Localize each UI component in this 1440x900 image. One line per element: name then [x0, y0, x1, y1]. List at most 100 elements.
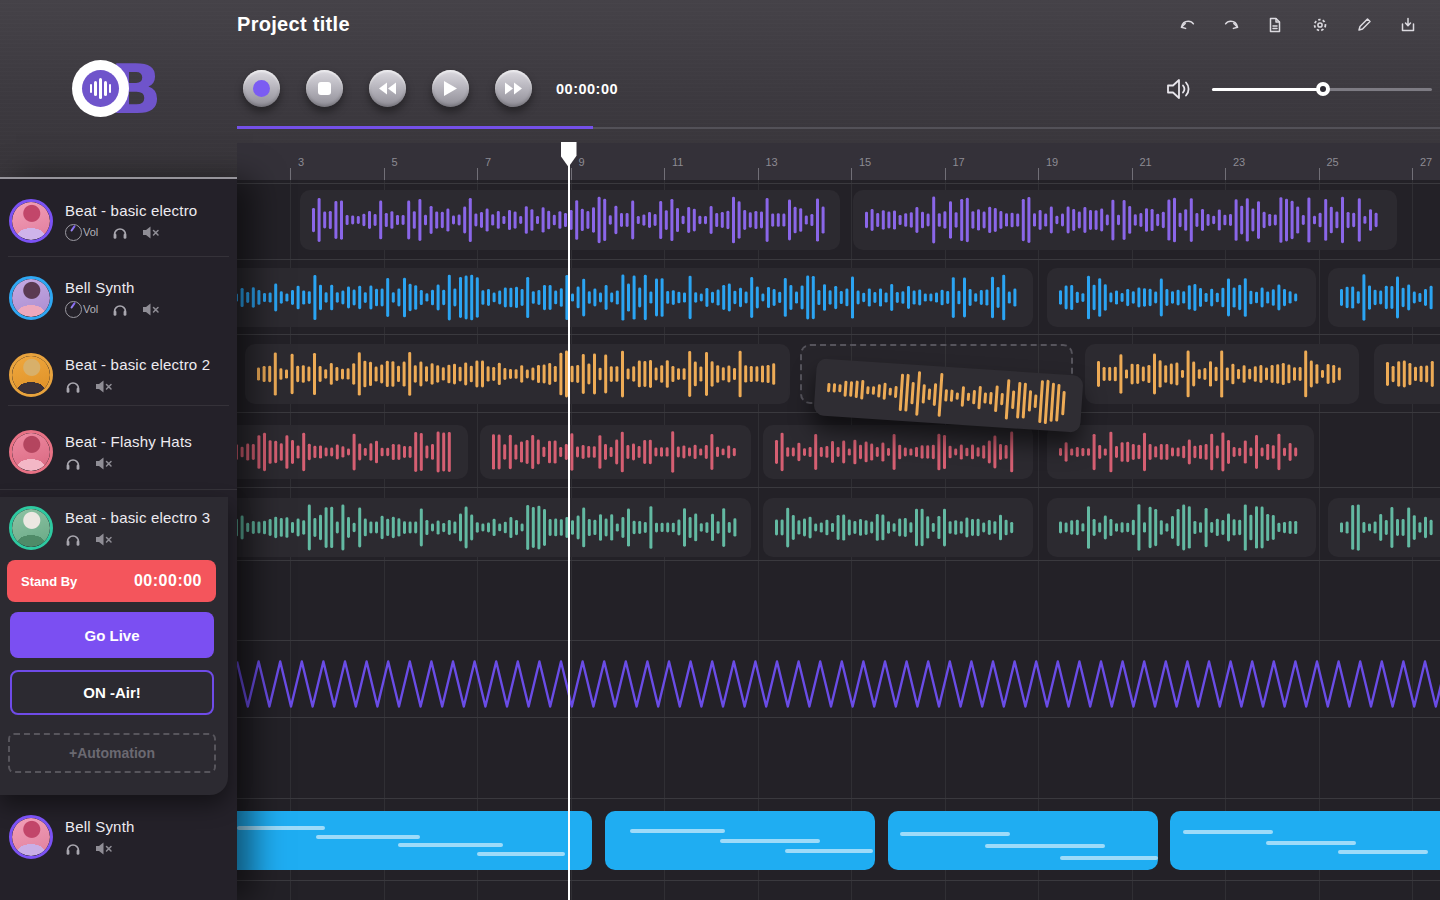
track-name: Beat - basic electro 2: [65, 356, 210, 373]
ruler-tick: [758, 168, 759, 180]
track-row[interactable]: Bell Synth: [0, 815, 237, 885]
midi-note: [785, 849, 873, 853]
add-automation-button[interactable]: +Automation: [8, 733, 216, 773]
midi-note: [398, 843, 503, 847]
mute-icon[interactable]: [143, 226, 160, 239]
audio-clip[interactable]: [245, 344, 790, 404]
track-name: Beat - basic electro 3: [65, 509, 210, 526]
midi-note: [1338, 850, 1428, 854]
go-live-button[interactable]: Go Live: [10, 612, 214, 658]
automation-wave[interactable]: [237, 660, 1440, 708]
stop-button[interactable]: [306, 70, 343, 107]
headphones-icon[interactable]: [65, 379, 81, 394]
ruler-tick-label: 19: [1046, 156, 1058, 168]
track-row[interactable]: Bell SynthVol: [0, 276, 237, 346]
track-row[interactable]: Beat - basic electro 2: [0, 353, 237, 423]
track-row[interactable]: Beat - basic electro 3: [0, 506, 237, 576]
audio-clip[interactable]: [1374, 344, 1440, 404]
audio-clip[interactable]: [237, 268, 1033, 327]
track-row[interactable]: Beat - basic electroVol: [0, 199, 237, 269]
ruler-tick: [290, 168, 291, 180]
ruler-tick-label: 13: [766, 156, 778, 168]
ruler-tick-label: 15: [859, 156, 871, 168]
transport-progress-bar[interactable]: [237, 126, 593, 129]
audio-clip[interactable]: [1328, 498, 1440, 557]
midi-note: [1183, 830, 1273, 834]
audio-clip[interactable]: [237, 425, 468, 479]
ruler-tick-label: 23: [1233, 156, 1245, 168]
save-icon[interactable]: [1399, 16, 1417, 34]
transport-progress-track[interactable]: [593, 127, 1440, 129]
sidebar-divider: [8, 256, 229, 257]
time-display: 00:00:00: [556, 81, 618, 97]
midi-note: [985, 844, 1105, 848]
volume-slider-thumb[interactable]: [1316, 82, 1330, 96]
rewind-button[interactable]: [369, 70, 406, 107]
audio-clip[interactable]: [853, 190, 1397, 250]
playhead-line[interactable]: [568, 142, 570, 900]
volume-knob[interactable]: [65, 301, 82, 318]
sidebar-divider: [8, 405, 229, 406]
midi-clip[interactable]: [605, 811, 875, 870]
timeline-ruler[interactable]: 3579111315171921232527: [237, 143, 1440, 180]
mute-icon[interactable]: [96, 457, 113, 470]
sidebar-divider: [0, 489, 237, 490]
record-button[interactable]: [243, 70, 280, 107]
forward-button[interactable]: [495, 70, 532, 107]
audio-clip[interactable]: [1047, 425, 1314, 479]
grid-line-vertical: [1038, 180, 1039, 900]
avatar-photo: [12, 433, 50, 471]
timeline-arrangement[interactable]: [237, 180, 1440, 900]
grid-line-horizontal: [237, 487, 1440, 488]
audio-clip[interactable]: [237, 498, 751, 557]
pencil-icon[interactable]: [1355, 16, 1373, 34]
headphones-icon[interactable]: [112, 302, 128, 317]
headphones-icon[interactable]: [65, 532, 81, 547]
volume-slider[interactable]: [1212, 88, 1432, 91]
settings-icon[interactable]: [1311, 16, 1329, 34]
audio-clip[interactable]: [763, 498, 1033, 557]
mute-icon[interactable]: [143, 303, 160, 316]
audio-clip[interactable]: [1047, 498, 1316, 557]
track-name: Bell Synth: [65, 818, 135, 835]
midi-note: [316, 835, 420, 839]
avatar-photo: [12, 279, 50, 317]
audio-clip[interactable]: [1328, 268, 1440, 327]
grid-line-horizontal: [237, 880, 1440, 881]
play-button[interactable]: [432, 70, 469, 107]
audio-clip[interactable]: [300, 190, 840, 250]
page-title: Project title: [237, 13, 350, 36]
mute-icon[interactable]: [96, 380, 113, 393]
sidebar-top-divider: [0, 177, 237, 179]
track-avatar: [9, 815, 53, 859]
ruler-tick: [571, 168, 572, 180]
audio-clip[interactable]: [1085, 344, 1359, 404]
redo-icon[interactable]: [1222, 16, 1240, 34]
ruler-tick: [1412, 168, 1413, 180]
document-icon[interactable]: [1266, 16, 1284, 34]
on-air-button[interactable]: ON -Air!: [10, 670, 214, 715]
audio-clip[interactable]: [1047, 268, 1316, 327]
headphones-icon[interactable]: [65, 456, 81, 471]
volume-knob[interactable]: [65, 224, 82, 241]
grid-line-horizontal: [237, 183, 1440, 184]
track-avatar: [9, 199, 53, 243]
ruler-tick-label: 7: [485, 156, 491, 168]
grid-line-horizontal: [237, 717, 1440, 718]
mute-icon[interactable]: [96, 842, 113, 855]
track-name: Beat - Flashy Hats: [65, 433, 192, 450]
grid-line-horizontal: [237, 560, 1440, 561]
undo-icon[interactable]: [1178, 16, 1196, 34]
headphones-icon[interactable]: [65, 841, 81, 856]
ruler-tick-label: 25: [1327, 156, 1339, 168]
mute-icon[interactable]: [96, 533, 113, 546]
midi-clip[interactable]: [888, 811, 1158, 870]
live-panel: Stand By00:00:00Go LiveON -Air!+Automati…: [0, 497, 228, 795]
audio-clip[interactable]: [480, 425, 751, 479]
midi-clip[interactable]: [1170, 811, 1440, 870]
midi-clip[interactable]: [237, 811, 592, 870]
audio-clip[interactable]: [763, 425, 1033, 479]
midi-note: [1060, 856, 1158, 860]
volume-icon[interactable]: [1167, 76, 1195, 102]
headphones-icon[interactable]: [112, 225, 128, 240]
